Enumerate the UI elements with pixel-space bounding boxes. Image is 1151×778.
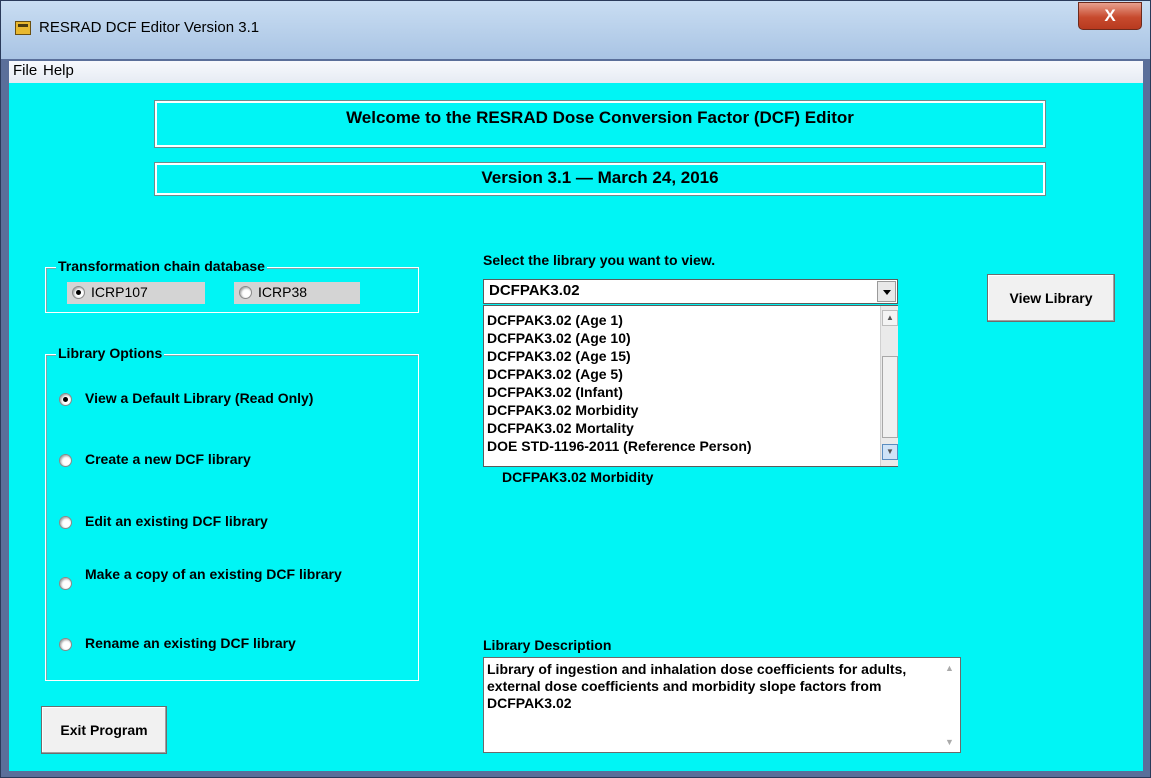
scroll-up-icon[interactable]: ▲	[882, 310, 898, 326]
radio-edit-existing[interactable]	[59, 516, 72, 529]
label-edit-existing[interactable]: Edit an existing DCF library	[85, 513, 268, 529]
list-item[interactable]: DCFPAK3.02 (Age 15)	[487, 347, 631, 365]
menu-file[interactable]: File	[13, 62, 37, 79]
menu-bar: File Help	[9, 61, 1143, 83]
menu-help[interactable]: Help	[43, 62, 74, 79]
chain-database-group: Transformation chain database ICRP107 IC…	[45, 258, 419, 313]
app-icon	[15, 21, 31, 35]
app-window: RESRAD DCF Editor Version 3.1 X File Hel…	[0, 0, 1151, 778]
list-item[interactable]: DCFPAK3.02 Morbidity	[487, 401, 638, 419]
radio-create-new[interactable]	[59, 454, 72, 467]
list-item[interactable]: DCFPAK3.02 (Age 5)	[487, 365, 623, 383]
radio-icrp38-dot[interactable]	[239, 286, 252, 299]
list-item[interactable]: DOE STD-1196-2011 (Reference Person)	[487, 437, 752, 455]
version-banner: Version 3.1 — March 24, 2016	[154, 162, 1046, 196]
library-select-prompt: Select the library you want to view.	[483, 252, 716, 268]
client-area: Welcome to the RESRAD Dose Conversion Fa…	[9, 83, 1143, 771]
view-library-button[interactable]: View Library	[987, 274, 1115, 322]
label-rename-existing[interactable]: Rename an existing DCF library	[85, 635, 296, 651]
radio-make-copy[interactable]	[59, 577, 72, 590]
scroll-down-icon[interactable]: ▼	[882, 444, 898, 460]
library-select[interactable]: DCFPAK3.02	[483, 279, 898, 304]
library-select-value: DCFPAK3.02	[489, 282, 580, 299]
chain-database-legend: Transformation chain database	[56, 258, 267, 274]
scroll-up-icon[interactable]: ▲	[945, 663, 954, 673]
library-description-content: Library of ingestion and inhalation dose…	[487, 661, 907, 711]
label-make-copy[interactable]: Make a copy of an existing DCF library	[85, 566, 345, 583]
close-button[interactable]: X	[1078, 2, 1142, 30]
library-options-legend: Library Options	[56, 345, 165, 361]
underlying-library-label: DCFPAK3.02 Morbidity	[502, 469, 654, 485]
radio-icrp38-label: ICRP38	[258, 284, 308, 300]
list-item[interactable]: DCFPAK3.02 Mortality	[487, 419, 634, 437]
window-title: RESRAD DCF Editor Version 3.1	[39, 19, 260, 36]
dropdown-scrollbar[interactable]: ▲ ▼	[880, 306, 898, 466]
welcome-banner: Welcome to the RESRAD Dose Conversion Fa…	[154, 100, 1046, 148]
list-item[interactable]: DCFPAK3.02 (Age 1)	[487, 311, 623, 329]
library-options-group: Library Options View a Default Library (…	[45, 345, 419, 681]
chevron-down-icon[interactable]	[877, 281, 896, 302]
scroll-down-icon[interactable]: ▼	[945, 737, 954, 747]
radio-icrp107-dot[interactable]	[72, 286, 85, 299]
radio-icrp107[interactable]: ICRP107	[67, 282, 205, 304]
library-description-label: Library Description	[483, 637, 612, 653]
description-scrollbar[interactable]: ▲ ▼	[941, 659, 959, 751]
exit-program-button[interactable]: Exit Program	[41, 706, 167, 754]
title-bar[interactable]: RESRAD DCF Editor Version 3.1 X	[1, 1, 1150, 59]
radio-icrp38[interactable]: ICRP38	[234, 282, 360, 304]
radio-view-default[interactable]	[59, 393, 72, 406]
scroll-thumb[interactable]	[882, 356, 898, 438]
list-item[interactable]: DCFPAK3.02 (Age 10)	[487, 329, 631, 347]
radio-icrp107-label: ICRP107	[91, 284, 148, 300]
label-view-default[interactable]: View a Default Library (Read Only)	[85, 390, 313, 406]
label-create-new[interactable]: Create a new DCF library	[85, 451, 251, 467]
radio-rename-existing[interactable]	[59, 638, 72, 651]
library-description-text[interactable]: Library of ingestion and inhalation dose…	[483, 657, 961, 753]
list-item[interactable]: DCFPAK3.02 (Infant)	[487, 383, 623, 401]
library-dropdown-list[interactable]: DCFPAK3.02 (Age 1) DCFPAK3.02 (Age 10) D…	[483, 305, 898, 467]
